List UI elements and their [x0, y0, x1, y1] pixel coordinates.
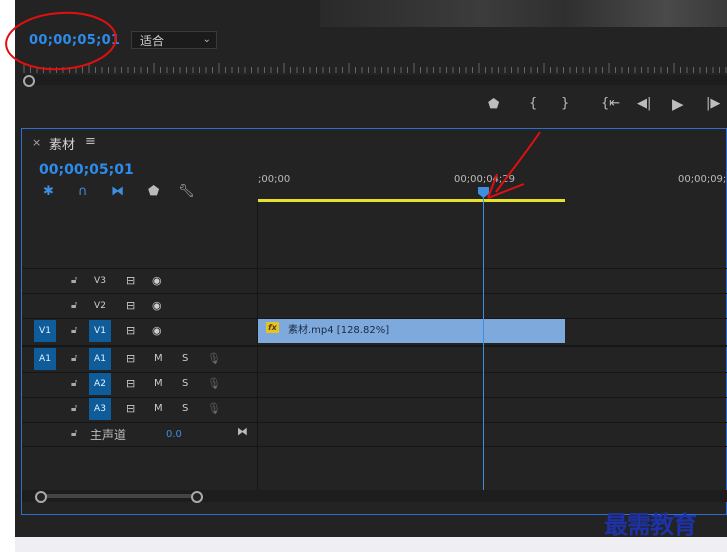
- watermark: 最需教育: [604, 510, 697, 539]
- red-annotation-marks: [5, 11, 541, 199]
